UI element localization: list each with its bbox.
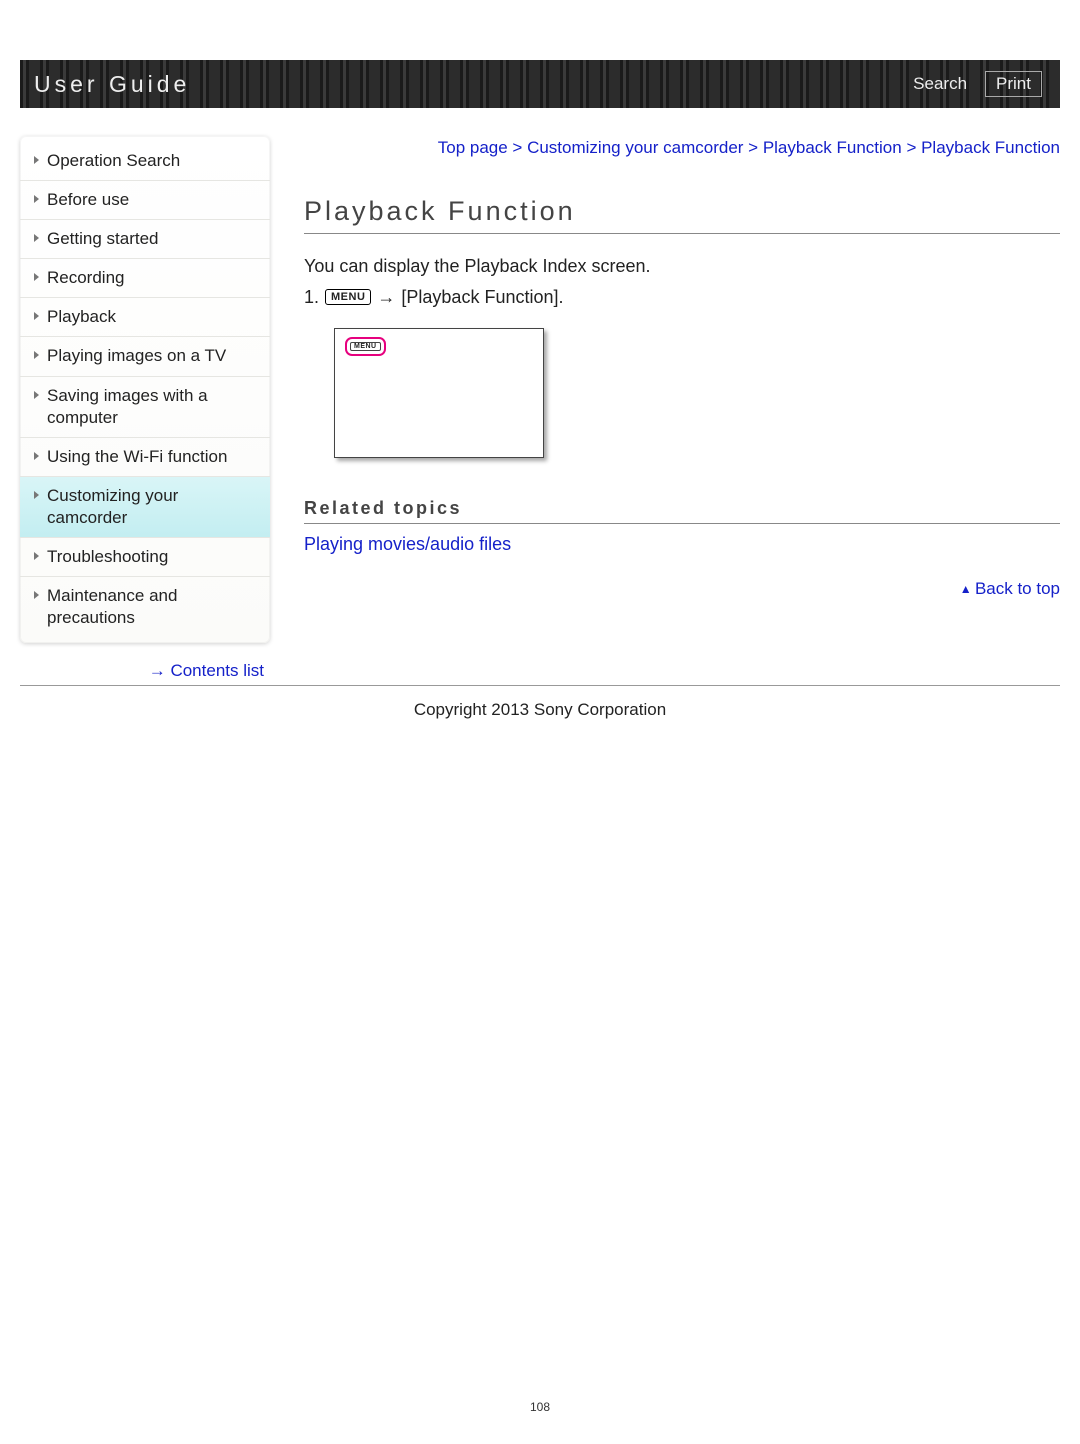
main-content: Top page > Customizing your camcorder > … [270, 136, 1060, 607]
sidebar-item-label: Recording [47, 267, 125, 289]
sidebar-item-label: Playing images on a TV [47, 345, 226, 367]
related-topic-link[interactable]: Playing movies/audio files [304, 534, 511, 555]
header-bar: User Guide Search Print [20, 60, 1060, 108]
step-1: 1. MENU → [Playback Function]. [304, 287, 1060, 308]
sidebar-item-0[interactable]: Operation Search [20, 142, 270, 180]
chevron-right-icon [34, 234, 39, 242]
menu-icon: MENU [325, 289, 371, 305]
breadcrumb-part-1[interactable]: Customizing your camcorder [527, 138, 743, 157]
sidebar-item-label: Playback [47, 306, 116, 328]
sidebar-item-4[interactable]: Playback [20, 297, 270, 336]
sidebar-item-label: Getting started [47, 228, 159, 250]
screen-illustration: MENU [334, 328, 544, 458]
contents-list-link[interactable]: Contents list [149, 661, 264, 680]
chevron-right-icon [34, 391, 39, 399]
footer-divider [20, 685, 1060, 686]
chevron-right-icon [34, 312, 39, 320]
breadcrumb: Top page > Customizing your camcorder > … [304, 136, 1060, 160]
chevron-right-icon [34, 156, 39, 164]
chevron-right-icon [34, 552, 39, 560]
menu-highlight: MENU [345, 337, 386, 356]
step-number: 1. [304, 287, 319, 308]
chevron-right-icon [34, 351, 39, 359]
chevron-right-icon [34, 273, 39, 281]
sidebar-item-10[interactable]: Maintenance and precautions [20, 576, 270, 637]
header-actions: Search Print [913, 71, 1042, 97]
step-target: [Playback Function]. [401, 287, 563, 308]
back-to-top-row: Back to top [304, 579, 1060, 599]
search-link[interactable]: Search [913, 74, 967, 94]
sidebar-item-8[interactable]: Customizing your camcorder [20, 476, 270, 537]
sidebar-item-label: Using the Wi-Fi function [47, 446, 227, 468]
sidebar-item-3[interactable]: Recording [20, 258, 270, 297]
chevron-right-icon [34, 491, 39, 499]
menu-icon-small: MENU [350, 342, 381, 351]
page-number: 108 [20, 1400, 1060, 1444]
arrow-right-icon: → [377, 287, 395, 308]
sidebar-item-1[interactable]: Before use [20, 180, 270, 219]
chevron-right-icon [34, 452, 39, 460]
page-title: Playback Function [304, 196, 1060, 234]
chevron-right-icon [34, 591, 39, 599]
breadcrumb-part-3[interactable]: Playback Function [921, 138, 1060, 157]
sidebar-nav: Operation Search Before use Getting starte… [20, 136, 270, 643]
breadcrumb-part-2[interactable]: Playback Function [763, 138, 902, 157]
sidebar-item-6[interactable]: Saving images with a computer [20, 376, 270, 437]
sidebar-item-label: Saving images with a computer [47, 385, 256, 429]
copyright-text: Copyright 2013 Sony Corporation [20, 700, 1060, 720]
sidebar-item-label: Before use [47, 189, 129, 211]
sidebar-item-label: Operation Search [47, 150, 180, 172]
breadcrumb-part-0[interactable]: Top page [438, 138, 508, 157]
header-title: User Guide [34, 71, 190, 98]
sidebar-column: Operation Search Before use Getting starte… [20, 136, 270, 681]
intro-text: You can display the Playback Index scree… [304, 256, 1060, 277]
contents-list-row: Contents list [20, 653, 270, 681]
related-topics-heading: Related topics [304, 498, 1060, 524]
sidebar-item-7[interactable]: Using the Wi-Fi function [20, 437, 270, 476]
sidebar-item-9[interactable]: Troubleshooting [20, 537, 270, 576]
sidebar-item-label: Maintenance and precautions [47, 585, 256, 629]
sidebar-item-label: Troubleshooting [47, 546, 168, 568]
chevron-right-icon [34, 195, 39, 203]
back-to-top-link[interactable]: Back to top [960, 579, 1060, 598]
sidebar-item-5[interactable]: Playing images on a TV [20, 336, 270, 375]
print-button[interactable]: Print [985, 71, 1042, 97]
sidebar-item-label: Customizing your camcorder [47, 485, 256, 529]
sidebar-item-2[interactable]: Getting started [20, 219, 270, 258]
